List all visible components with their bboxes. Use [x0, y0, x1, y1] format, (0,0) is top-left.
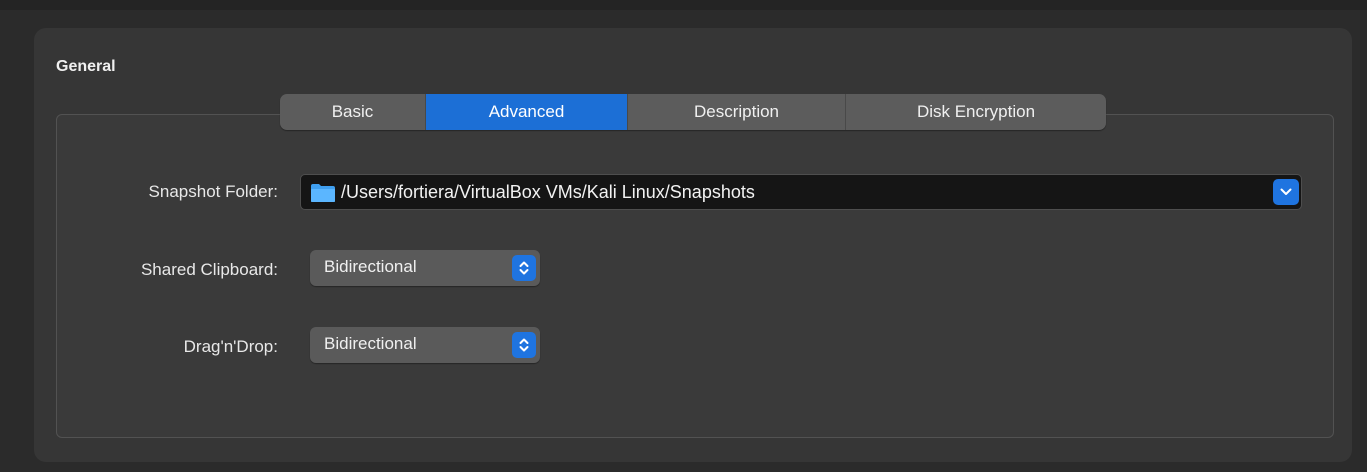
shared-clipboard-label: Shared Clipboard:: [140, 260, 278, 279]
snapshot-folder-combo[interactable]: /Users/fortiera/VirtualBox VMs/Kali Linu…: [300, 174, 1302, 210]
drag-n-drop-label: Drag'n'Drop:: [183, 337, 278, 356]
shared-clipboard-select[interactable]: Bidirectional: [310, 250, 540, 286]
tab-disk-encryption[interactable]: Disk Encryption: [846, 94, 1106, 130]
shared-clipboard-value: Bidirectional: [324, 257, 417, 276]
snapshot-folder-label: Snapshot Folder:: [148, 182, 278, 201]
tab-advanced[interactable]: Advanced: [426, 94, 628, 130]
drag-n-drop-select[interactable]: Bidirectional: [310, 327, 540, 363]
window-top-strip: [0, 0, 1367, 10]
up-down-chevron-icon: [512, 255, 536, 281]
tab-description[interactable]: Description: [628, 94, 846, 130]
tab-basic[interactable]: Basic: [280, 94, 426, 130]
general-panel: General Basic Advanced Description Disk …: [34, 28, 1352, 462]
section-title: General: [56, 58, 116, 75]
up-down-chevron-icon: [512, 332, 536, 358]
chevron-down-icon[interactable]: [1273, 179, 1299, 205]
tab-bar: Basic Advanced Description Disk Encrypti…: [280, 94, 1106, 130]
folder-icon: [310, 183, 336, 203]
drag-n-drop-value: Bidirectional: [324, 334, 417, 353]
snapshot-folder-path: /Users/fortiera/VirtualBox VMs/Kali Linu…: [341, 182, 755, 202]
